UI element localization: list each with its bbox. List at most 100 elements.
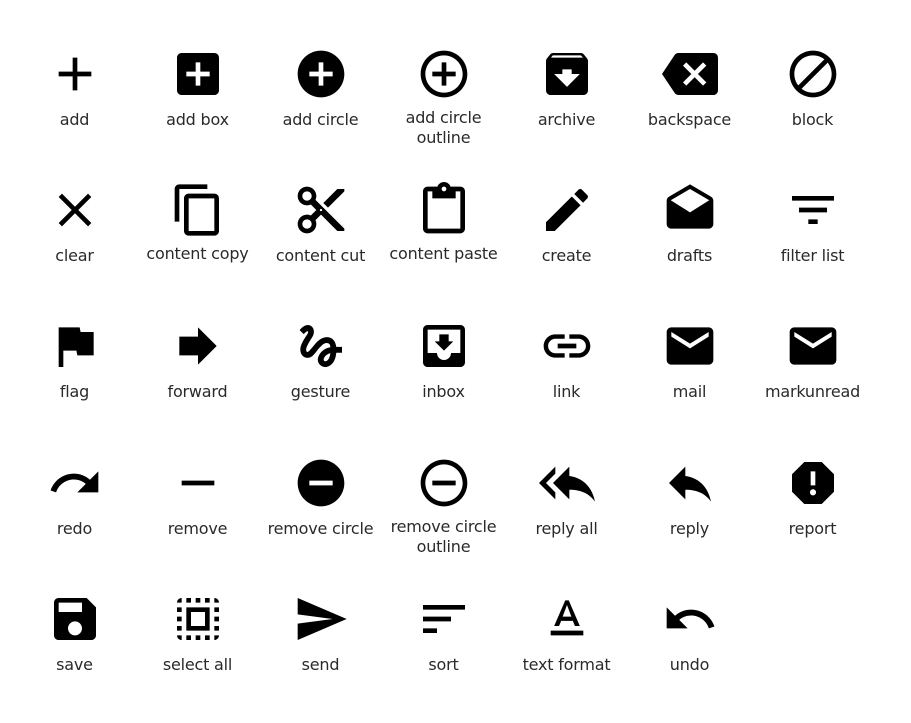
markunread-icon — [785, 318, 841, 374]
archive-icon — [539, 46, 595, 102]
icon-label: undo — [669, 655, 710, 674]
icon-label: filter list — [780, 246, 845, 265]
icon-cell-text-format: text format — [505, 591, 628, 675]
icon-label: link — [552, 382, 581, 401]
content-paste-icon — [416, 182, 472, 238]
icon-label: send — [301, 655, 340, 674]
add-box-icon — [170, 46, 226, 102]
icon-cell-add-circle: add circle — [259, 46, 382, 130]
icon-label: content cut — [275, 246, 366, 265]
remove-circle-outline-icon — [416, 455, 472, 511]
icon-label: select all — [162, 655, 233, 674]
add-circle-outline-icon — [416, 46, 472, 102]
icon-cell-reply-all: reply all — [505, 455, 628, 539]
icon-label: drafts — [666, 246, 713, 265]
icon-label: remove circle — [267, 519, 374, 538]
icon-cell-inbox: inbox — [382, 318, 505, 402]
backspace-icon — [661, 46, 718, 102]
add-icon — [47, 46, 103, 102]
icon-cell-forward: forward — [136, 318, 259, 402]
remove-circle-icon — [293, 455, 349, 511]
content-copy-icon — [170, 182, 226, 238]
undo-icon — [662, 591, 718, 647]
icon-cell-backspace: backspace — [628, 46, 751, 130]
add-circle-icon — [293, 46, 349, 102]
icon-label: flag — [59, 382, 90, 401]
icon-cell-remove-circle: remove circle — [259, 455, 382, 539]
icon-label: backspace — [647, 110, 732, 129]
icon-cell-select-all: select all — [136, 591, 259, 675]
icon-cell-markunread: markunread — [751, 318, 874, 402]
icon-label: archive — [537, 110, 596, 129]
send-icon — [293, 591, 349, 647]
icon-label: content paste — [389, 244, 498, 263]
icon-cell-block: block — [751, 46, 874, 130]
icon-label: remove circle outline — [390, 517, 497, 556]
icon-cell-gesture: gesture — [259, 318, 382, 402]
report-icon — [785, 455, 841, 511]
remove-icon — [170, 455, 226, 511]
icon-label: add — [59, 110, 90, 129]
icon-label: reply all — [535, 519, 598, 538]
icon-cell-mail: mail — [628, 318, 751, 402]
icon-label: reply — [669, 519, 710, 538]
icon-cell-add: add — [13, 46, 136, 130]
link-icon — [539, 318, 595, 374]
icon-cell-filter-list: filter list — [751, 182, 874, 266]
select-all-icon — [170, 591, 226, 647]
reply-icon — [662, 455, 718, 511]
icon-cell-add-circle-outline: add circle outline — [382, 46, 505, 148]
mail-icon — [662, 318, 718, 374]
icon-label: content copy — [146, 244, 249, 263]
icon-label: clear — [55, 246, 94, 265]
icon-label: gesture — [290, 382, 351, 401]
create-icon — [539, 182, 595, 238]
icon-label: markunread — [764, 382, 861, 401]
icon-label: add circle outline — [405, 108, 482, 147]
icon-label: inbox — [422, 382, 465, 401]
text-format-icon — [539, 591, 595, 647]
icon-label: sort — [428, 655, 459, 674]
icon-cell-undo: undo — [628, 591, 751, 675]
icon-cell-remove-circle-outline: remove circle outline — [382, 455, 505, 557]
icon-cell-report: report — [751, 455, 874, 539]
icon-label: mail — [672, 382, 707, 401]
icon-cell-redo: redo — [13, 455, 136, 539]
icon-label: forward — [167, 382, 228, 401]
content-cut-icon — [293, 182, 349, 238]
icon-cell-flag: flag — [13, 318, 136, 402]
gesture-icon — [293, 318, 349, 374]
icon-label: redo — [56, 519, 93, 538]
sort-icon — [416, 591, 472, 647]
icon-cell-content-cut: content cut — [259, 182, 382, 266]
drafts-icon — [662, 182, 718, 238]
icon-cell-create: create — [505, 182, 628, 266]
save-icon — [47, 591, 103, 647]
icon-cell-clear: clear — [13, 182, 136, 266]
filter-list-icon — [785, 182, 841, 238]
icon-label: report — [788, 519, 837, 538]
icon-cell-reply: reply — [628, 455, 751, 539]
flag-icon — [47, 318, 103, 374]
icon-cell-save: save — [13, 591, 136, 675]
icon-label: block — [791, 110, 834, 129]
reply-all-icon — [538, 455, 595, 511]
clear-icon — [47, 182, 103, 238]
forward-icon — [170, 318, 226, 374]
icon-cell-content-paste: content paste — [382, 182, 505, 264]
icon-label: remove — [167, 519, 228, 538]
icon-grid: add add box add circle add circle outlin… — [0, 0, 911, 723]
redo-icon — [47, 455, 103, 511]
icon-cell-content-copy: content copy — [136, 182, 259, 264]
inbox-icon — [416, 318, 472, 374]
icon-label: add box — [166, 110, 229, 129]
icon-label: text format — [522, 655, 611, 674]
icon-cell-remove: remove — [136, 455, 259, 539]
block-icon — [785, 46, 841, 102]
icon-cell-sort: sort — [382, 591, 505, 675]
icon-cell-add-box: add box — [136, 46, 259, 130]
icon-cell-link: link — [505, 318, 628, 402]
icon-cell-send: send — [259, 591, 382, 675]
icon-cell-drafts: drafts — [628, 182, 751, 266]
icon-label: create — [541, 246, 592, 265]
